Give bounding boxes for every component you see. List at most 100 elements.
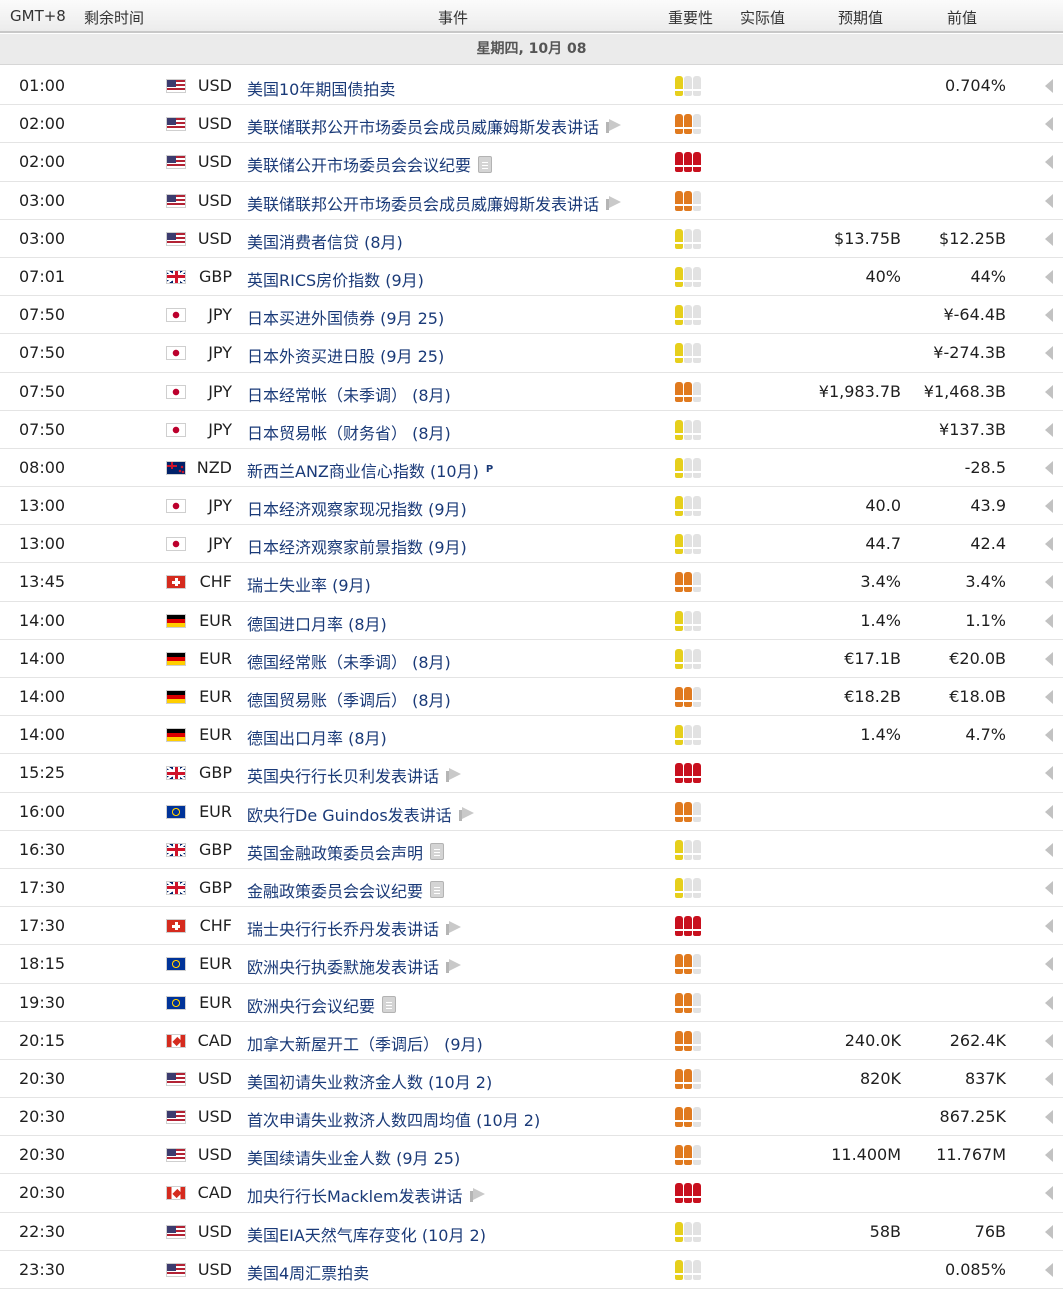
event-title[interactable]: 日本经济观察家现况指数 (9月) <box>247 496 467 520</box>
expand-arrow-icon[interactable] <box>1045 613 1053 628</box>
event-link[interactable]: 美联储公开市场委员会会议纪要 <box>247 152 493 176</box>
table-row[interactable]: 08:00 NZD 新西兰ANZ商业信心指数 (10月) P -28.5 <box>0 449 1063 488</box>
event-link[interactable]: 美联储联邦公开市场委员会成员威廉姆斯发表讲话 <box>247 114 622 138</box>
event-link[interactable]: 美国续请失业金人数 (9月 25) <box>247 1145 460 1169</box>
expand-arrow-icon[interactable] <box>1045 422 1053 437</box>
event-link[interactable]: 日本经济观察家前景指数 (9月) <box>247 534 467 558</box>
expand-arrow-icon[interactable] <box>1045 842 1053 857</box>
expand-arrow-icon[interactable] <box>1045 690 1053 704</box>
table-row[interactable]: 23:30 USD 美国4周汇票拍卖 0.085% <box>0 1251 1063 1289</box>
expand-arrow-icon[interactable] <box>1045 728 1053 743</box>
event-link[interactable]: 日本外资买进日股 (9月 25) <box>247 343 444 367</box>
event-link[interactable]: 日本贸易帐（财务省） (8月) <box>247 420 451 444</box>
expand-arrow-icon[interactable] <box>1045 880 1053 895</box>
expand-arrow-icon[interactable] <box>1045 957 1053 972</box>
table-row[interactable]: 13:45 CHF 瑞士失业率 (9月) 3.4% 3.4% <box>0 563 1063 602</box>
table-row[interactable]: 13:00 JPY 日本经济观察家前景指数 (9月) 44.7 42.4 <box>0 525 1063 564</box>
event-link[interactable]: 首次申请失业救济人数四周均值 (10月 2) <box>247 1107 540 1131</box>
event-link[interactable]: 美国EIA天然气库存变化 (10月 2) <box>247 1222 486 1246</box>
expand-arrow-icon[interactable] <box>1045 460 1053 475</box>
event-link[interactable]: 德国进口月率 (8月) <box>247 611 387 635</box>
event-title[interactable]: 欧洲央行执委默施发表讲话 <box>247 954 439 978</box>
table-row[interactable]: 07:50 JPY 日本买进外国债券 (9月 25) ¥-64.4B <box>0 296 1063 335</box>
event-link[interactable]: 新西兰ANZ商业信心指数 (10月) P <box>247 458 493 482</box>
table-row[interactable]: 03:00 USD 美国消费者信贷 (8月) $13.75B $12.25B <box>0 220 1063 258</box>
table-row[interactable]: 03:00 USD 美联储联邦公开市场委员会成员威廉姆斯发表讲话 <box>0 182 1063 220</box>
event-title[interactable]: 日本外资买进日股 (9月 25) <box>247 343 444 367</box>
expand-arrow-icon[interactable] <box>1045 766 1053 781</box>
table-row[interactable]: 16:00 EUR 欧央行De Guindos发表讲话 <box>0 793 1063 831</box>
event-link[interactable]: 日本买进外国债券 (9月 25) <box>247 305 444 329</box>
event-link[interactable]: 欧洲央行执委默施发表讲话 <box>247 954 462 978</box>
event-link[interactable]: 金融政策委员会会议纪要 <box>247 878 445 902</box>
event-title[interactable]: 欧洲央行会议纪要 <box>247 993 375 1017</box>
expand-arrow-icon[interactable] <box>1045 1186 1053 1201</box>
event-link[interactable]: 德国贸易账（季调后） (8月) <box>247 687 451 711</box>
table-row[interactable]: 19:30 EUR 欧洲央行会议纪要 <box>0 984 1063 1022</box>
table-row[interactable]: 20:30 USD 美国续请失业金人数 (9月 25) 11.400M 11.767M <box>0 1136 1063 1175</box>
event-link[interactable]: 美国10年期国债拍卖 <box>247 76 395 100</box>
table-row[interactable]: 22:30 USD 美国EIA天然气库存变化 (10月 2) 58B 76B <box>0 1213 1063 1251</box>
expand-arrow-icon[interactable] <box>1045 919 1053 934</box>
event-title[interactable]: 美国消费者信贷 (8月) <box>247 229 403 253</box>
event-link[interactable]: 美联储联邦公开市场委员会成员威廉姆斯发表讲话 <box>247 191 622 215</box>
event-link[interactable]: 欧央行De Guindos发表讲话 <box>247 802 475 826</box>
event-title[interactable]: 美国10年期国债拍卖 <box>247 76 395 100</box>
event-title[interactable]: 美联储联邦公开市场委员会成员威廉姆斯发表讲话 <box>247 114 599 138</box>
event-link[interactable]: 英国央行行长贝利发表讲话 <box>247 763 462 787</box>
event-title[interactable]: 美联储联邦公开市场委员会成员威廉姆斯发表讲话 <box>247 191 599 215</box>
expand-arrow-icon[interactable] <box>1045 651 1053 666</box>
event-link[interactable]: 英国金融政策委员会声明 <box>247 840 445 864</box>
expand-arrow-icon[interactable] <box>1045 193 1053 208</box>
event-link[interactable]: 美国4周汇票拍卖 <box>247 1260 369 1284</box>
expand-arrow-icon[interactable] <box>1045 1224 1053 1239</box>
expand-arrow-icon[interactable] <box>1045 804 1053 819</box>
event-title[interactable]: 英国央行行长贝利发表讲话 <box>247 763 439 787</box>
event-link[interactable]: 德国经常账（未季调） (8月) <box>247 649 451 673</box>
event-title[interactable]: 英国金融政策委员会声明 <box>247 840 423 864</box>
event-title[interactable]: 美国续请失业金人数 (9月 25) <box>247 1145 460 1169</box>
event-title[interactable]: 日本买进外国债券 (9月 25) <box>247 305 444 329</box>
event-title[interactable]: 德国贸易账（季调后） (8月) <box>247 687 451 711</box>
event-title[interactable]: 德国进口月率 (8月) <box>247 611 387 635</box>
event-title[interactable]: 美国EIA天然气库存变化 (10月 2) <box>247 1222 486 1246</box>
expand-arrow-icon[interactable] <box>1045 346 1053 361</box>
event-title[interactable]: 德国经常账（未季调） (8月) <box>247 649 451 673</box>
expand-arrow-icon[interactable] <box>1045 499 1053 514</box>
event-title[interactable]: 日本经常帐（未季调） (8月) <box>247 382 451 406</box>
expand-arrow-icon[interactable] <box>1045 537 1053 552</box>
event-link[interactable]: 美国消费者信贷 (8月) <box>247 229 403 253</box>
table-row[interactable]: 18:15 EUR 欧洲央行执委默施发表讲话 <box>0 945 1063 984</box>
expand-arrow-icon[interactable] <box>1045 575 1053 590</box>
expand-arrow-icon[interactable] <box>1045 384 1053 399</box>
expand-arrow-icon[interactable] <box>1045 1110 1053 1125</box>
table-row[interactable]: 14:00 EUR 德国贸易账（季调后） (8月) €18.2B €18.0B <box>0 678 1063 717</box>
event-link[interactable]: 日本经济观察家现况指数 (9月) <box>247 496 467 520</box>
event-link[interactable]: 瑞士央行行长乔丹发表讲话 <box>247 916 462 940</box>
event-title[interactable]: 新西兰ANZ商业信心指数 (10月) <box>247 458 479 482</box>
event-link[interactable]: 美国初请失业救济金人数 (10月 2) <box>247 1069 492 1093</box>
table-row[interactable]: 07:50 JPY 日本贸易帐（财务省） (8月) ¥137.3B <box>0 411 1063 449</box>
table-row[interactable]: 20:15 CAD 加拿大新屋开工（季调后） (9月) 240.0K 262.4K <box>0 1022 1063 1060</box>
timezone-header[interactable]: GMT+8 <box>10 7 66 25</box>
event-title[interactable]: 金融政策委员会会议纪要 <box>247 878 423 902</box>
event-title[interactable]: 加拿大新屋开工（季调后） (9月) <box>247 1031 483 1055</box>
event-title[interactable]: 日本贸易帐（财务省） (8月) <box>247 420 451 444</box>
table-row[interactable]: 14:00 EUR 德国进口月率 (8月) 1.4% 1.1% <box>0 602 1063 640</box>
event-link[interactable]: 瑞士失业率 (9月) <box>247 572 371 596</box>
event-link[interactable]: 欧洲央行会议纪要 <box>247 993 397 1017</box>
table-row[interactable]: 14:00 EUR 德国出口月率 (8月) 1.4% 4.7% <box>0 716 1063 755</box>
event-title[interactable]: 欧央行De Guindos发表讲话 <box>247 802 452 826</box>
event-title[interactable]: 首次申请失业救济人数四周均值 (10月 2) <box>247 1107 540 1131</box>
expand-arrow-icon[interactable] <box>1045 1033 1053 1048</box>
table-row[interactable]: 20:30 CAD 加央行行长Macklem发表讲话 <box>0 1174 1063 1213</box>
expand-arrow-icon[interactable] <box>1045 79 1053 93</box>
table-row[interactable]: 20:30 USD 美国初请失业救济金人数 (10月 2) 820K 837K <box>0 1060 1063 1099</box>
table-row[interactable]: 02:00 USD 美联储公开市场委员会会议纪要 <box>0 143 1063 182</box>
expand-arrow-icon[interactable] <box>1045 308 1053 323</box>
table-row[interactable]: 02:00 USD 美联储联邦公开市场委员会成员威廉姆斯发表讲话 <box>0 105 1063 144</box>
event-link[interactable]: 德国出口月率 (8月) <box>247 725 387 749</box>
event-title[interactable]: 美国初请失业救济金人数 (10月 2) <box>247 1069 492 1093</box>
expand-arrow-icon[interactable] <box>1045 231 1053 246</box>
event-title[interactable]: 瑞士央行行长乔丹发表讲话 <box>247 916 439 940</box>
